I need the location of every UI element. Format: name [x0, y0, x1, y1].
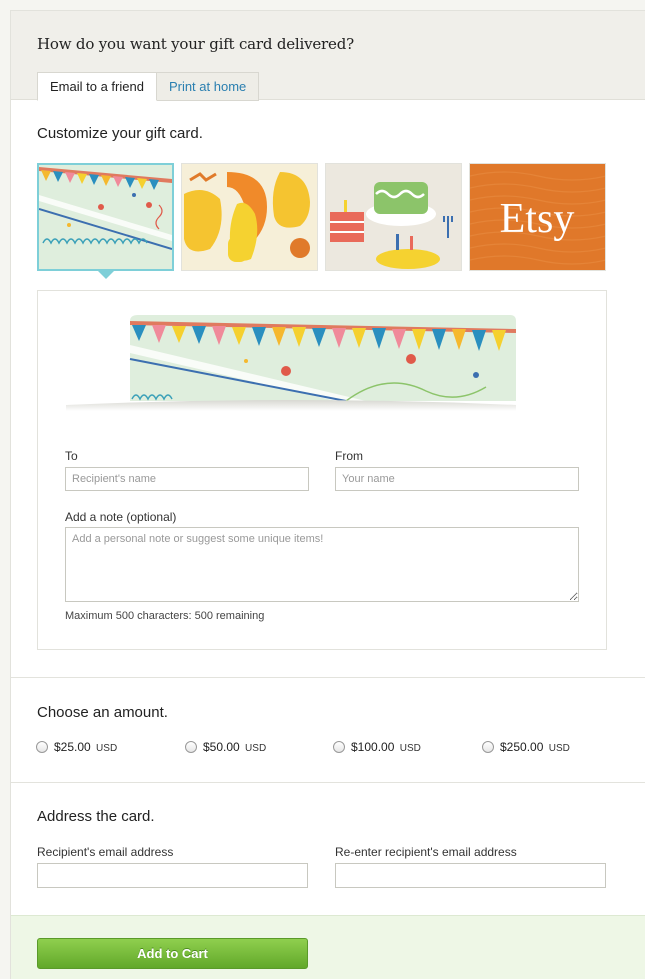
note-label: Add a note (optional)	[65, 510, 177, 524]
customize-title: Customize your gift card.	[37, 125, 203, 142]
reenter-email-input[interactable]	[335, 863, 606, 888]
note-textarea[interactable]	[65, 527, 579, 602]
tab-email-to-friend[interactable]: Email to a friend	[37, 72, 157, 101]
cart-footer: Add to Cart	[11, 915, 645, 979]
recipient-email-label: Recipient's email address	[37, 845, 174, 859]
amount-title: Choose an amount.	[37, 704, 168, 721]
reenter-email-label: Re-enter recipient's email address	[335, 845, 517, 859]
radio-button[interactable]	[185, 741, 197, 753]
char-count-hint: Maximum 500 characters: 500 remaining	[65, 610, 265, 622]
address-title: Address the card.	[37, 808, 155, 825]
amount-option-100[interactable]: $100.00 USD	[333, 740, 421, 754]
amount-label: $250.00 USD	[500, 740, 570, 754]
etsy-logo-text: Etsy	[500, 196, 575, 242]
design-thumb-gourds[interactable]	[181, 163, 318, 271]
divider-amount	[11, 677, 645, 678]
card-preview-box: To From Add a note (optional) Maximum 50…	[37, 290, 607, 650]
add-to-cart-button[interactable]: Add to Cart	[37, 938, 308, 969]
delivery-header: How do you want your gift card delivered…	[11, 11, 645, 101]
divider-address	[11, 782, 645, 783]
cake-image	[326, 164, 461, 270]
radio-button[interactable]	[333, 741, 345, 753]
amount-option-250[interactable]: $250.00 USD	[482, 740, 570, 754]
etsy-logo-image: Etsy	[470, 164, 605, 270]
design-thumb-party[interactable]	[37, 163, 174, 271]
selected-design-pointer	[97, 270, 115, 279]
amount-option-25[interactable]: $25.00 USD	[36, 740, 117, 754]
delivery-tabs: Email to a friend Print at home	[37, 72, 260, 101]
tab-print-at-home[interactable]: Print at home	[156, 72, 260, 101]
amount-label: $100.00 USD	[351, 740, 421, 754]
sender-name-input[interactable]	[335, 467, 579, 491]
recipient-email-input[interactable]	[37, 863, 308, 888]
gift-card-panel: How do you want your gift card delivered…	[10, 10, 645, 979]
recipient-name-input[interactable]	[65, 467, 309, 491]
delivery-title: How do you want your gift card delivered…	[37, 35, 354, 53]
to-label: To	[65, 449, 78, 463]
design-thumb-etsy[interactable]: Etsy	[469, 163, 606, 271]
card-preview-image	[66, 315, 516, 411]
radio-button[interactable]	[36, 741, 48, 753]
from-label: From	[335, 449, 363, 463]
party-bunting-image	[39, 165, 172, 269]
design-thumb-cake[interactable]	[325, 163, 462, 271]
gourds-image	[182, 164, 317, 270]
amount-label: $25.00 USD	[54, 740, 118, 754]
amount-label: $50.00 USD	[203, 740, 267, 754]
amount-option-50[interactable]: $50.00 USD	[185, 740, 266, 754]
radio-button[interactable]	[482, 741, 494, 753]
